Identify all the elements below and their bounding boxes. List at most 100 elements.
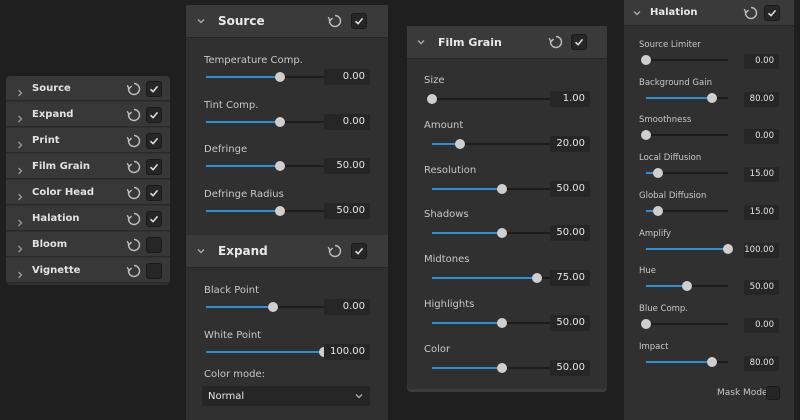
param-value-field[interactable]: 1.00 xyxy=(550,91,590,107)
reset-icon[interactable] xyxy=(743,5,759,21)
param-value-field[interactable]: 0.00 xyxy=(744,129,779,145)
param-slider[interactable] xyxy=(646,168,728,179)
slider-handle[interactable] xyxy=(641,318,651,329)
chevron-right-icon[interactable] xyxy=(15,265,25,284)
param-slider[interactable] xyxy=(646,243,733,254)
enable-checkbox[interactable] xyxy=(146,263,162,279)
param-value-field[interactable]: 15.00 xyxy=(744,204,779,220)
param-value-field[interactable]: 100.00 xyxy=(744,242,779,258)
slider-handle[interactable] xyxy=(427,94,437,104)
param-value-field[interactable]: 20.00 xyxy=(550,135,590,152)
chevron-down-icon[interactable] xyxy=(632,0,642,25)
chevron-right-icon[interactable] xyxy=(15,213,25,232)
param-value-field[interactable]: 50.00 xyxy=(550,315,590,331)
slider-handle[interactable] xyxy=(275,116,285,127)
sidebar-item-print[interactable]: Print xyxy=(6,128,170,153)
param-value-field[interactable]: 50.00 xyxy=(550,180,590,197)
chevron-right-icon[interactable] xyxy=(15,239,25,258)
sidebar-item-film-grain[interactable]: Film Grain xyxy=(6,154,170,179)
enable-checkbox[interactable] xyxy=(146,133,162,149)
param-value-field[interactable]: 50.00 xyxy=(324,158,370,175)
slider-handle[interactable] xyxy=(653,168,664,179)
source-header[interactable]: Source xyxy=(186,5,388,38)
chevron-down-icon[interactable] xyxy=(196,5,206,37)
reset-icon[interactable] xyxy=(126,107,142,123)
param-value-field[interactable]: 50.00 xyxy=(550,225,590,242)
reset-icon[interactable] xyxy=(327,13,343,29)
slider-handle[interactable] xyxy=(275,72,285,82)
reset-icon[interactable] xyxy=(126,185,142,201)
param-value-field[interactable]: 0.00 xyxy=(744,54,779,69)
slider-handle[interactable] xyxy=(497,183,507,194)
param-slider[interactable] xyxy=(646,92,728,103)
sidebar-item-bloom[interactable]: Bloom xyxy=(6,232,170,257)
chevron-right-icon[interactable] xyxy=(15,109,25,128)
param-value-field[interactable]: 50.00 xyxy=(550,359,590,376)
reset-icon[interactable] xyxy=(126,81,142,97)
slider-handle[interactable] xyxy=(653,205,664,216)
slider-handle[interactable] xyxy=(275,206,285,217)
param-slider[interactable] xyxy=(646,356,728,367)
param-value-field[interactable]: 15.00 xyxy=(744,167,779,183)
param-value-field[interactable]: 0.00 xyxy=(324,69,370,85)
reset-icon[interactable] xyxy=(548,34,564,50)
enable-checkbox[interactable] xyxy=(146,185,162,201)
halation-header[interactable]: Halation xyxy=(624,0,794,26)
slider-handle[interactable] xyxy=(497,362,507,373)
enable-checkbox[interactable] xyxy=(146,81,162,97)
reset-icon[interactable] xyxy=(327,243,343,259)
enable-checkbox[interactable] xyxy=(351,243,367,259)
chevron-right-icon[interactable] xyxy=(15,135,25,154)
sidebar-item-expand[interactable]: Expand xyxy=(6,102,170,127)
param-value-field[interactable]: 80.00 xyxy=(744,91,779,107)
param-value-field[interactable]: 75.00 xyxy=(550,270,590,287)
slider-handle[interactable] xyxy=(706,356,717,367)
chevron-down-icon[interactable] xyxy=(196,235,206,267)
enable-checkbox[interactable] xyxy=(146,159,162,175)
film-grain-header[interactable]: Film Grain xyxy=(407,26,607,59)
slider-handle[interactable] xyxy=(497,318,507,328)
enable-checkbox[interactable] xyxy=(146,237,162,253)
sidebar-item-halation[interactable]: Halation xyxy=(6,206,170,231)
param-value-field[interactable]: 0.00 xyxy=(324,299,370,315)
slider-handle[interactable] xyxy=(455,138,465,149)
slider-handle[interactable] xyxy=(641,130,651,141)
slider-handle[interactable] xyxy=(267,302,278,312)
chevron-right-icon[interactable] xyxy=(15,161,25,180)
slider-handle[interactable] xyxy=(497,228,507,239)
param-value-field[interactable]: 80.00 xyxy=(744,355,779,371)
reset-icon[interactable] xyxy=(126,237,142,253)
sidebar-item-source[interactable]: Source xyxy=(6,76,170,101)
chevron-right-icon[interactable] xyxy=(15,187,25,206)
param-slider[interactable] xyxy=(646,281,728,292)
color-mode-select[interactable]: Normal xyxy=(202,386,370,406)
slider-handle[interactable] xyxy=(532,273,542,284)
reset-icon[interactable] xyxy=(126,211,142,227)
sidebar-item-color-head[interactable]: Color Head xyxy=(6,180,170,205)
reset-icon[interactable] xyxy=(126,263,142,279)
slider-handle[interactable] xyxy=(682,281,692,292)
enable-checkbox[interactable] xyxy=(146,107,162,123)
mask-mode-checkbox[interactable] xyxy=(766,386,780,400)
param-value-field[interactable]: 100.00 xyxy=(324,343,370,360)
enable-checkbox[interactable] xyxy=(146,211,162,227)
slider-handle[interactable] xyxy=(275,161,285,172)
param-slider[interactable] xyxy=(641,318,728,329)
expand-header[interactable]: Expand xyxy=(186,235,388,268)
param-value-field[interactable]: 0.00 xyxy=(324,113,370,130)
param-slider[interactable] xyxy=(641,130,728,141)
slider-handle[interactable] xyxy=(706,92,717,103)
sidebar-item-vignette[interactable]: Vignette xyxy=(6,258,170,283)
enable-checkbox[interactable] xyxy=(571,34,587,50)
param-value-field[interactable]: 50.00 xyxy=(744,280,779,296)
chevron-right-icon[interactable] xyxy=(15,83,25,102)
param-value-field[interactable]: 50.00 xyxy=(324,203,370,220)
slider-handle[interactable] xyxy=(723,243,733,254)
slider-handle[interactable] xyxy=(641,55,651,65)
param-slider[interactable] xyxy=(646,205,728,216)
chevron-down-icon[interactable] xyxy=(416,26,426,58)
enable-checkbox[interactable] xyxy=(351,13,367,29)
param-value-field[interactable]: 0.00 xyxy=(744,317,779,333)
enable-checkbox[interactable] xyxy=(764,5,780,21)
param-slider[interactable] xyxy=(641,55,728,65)
